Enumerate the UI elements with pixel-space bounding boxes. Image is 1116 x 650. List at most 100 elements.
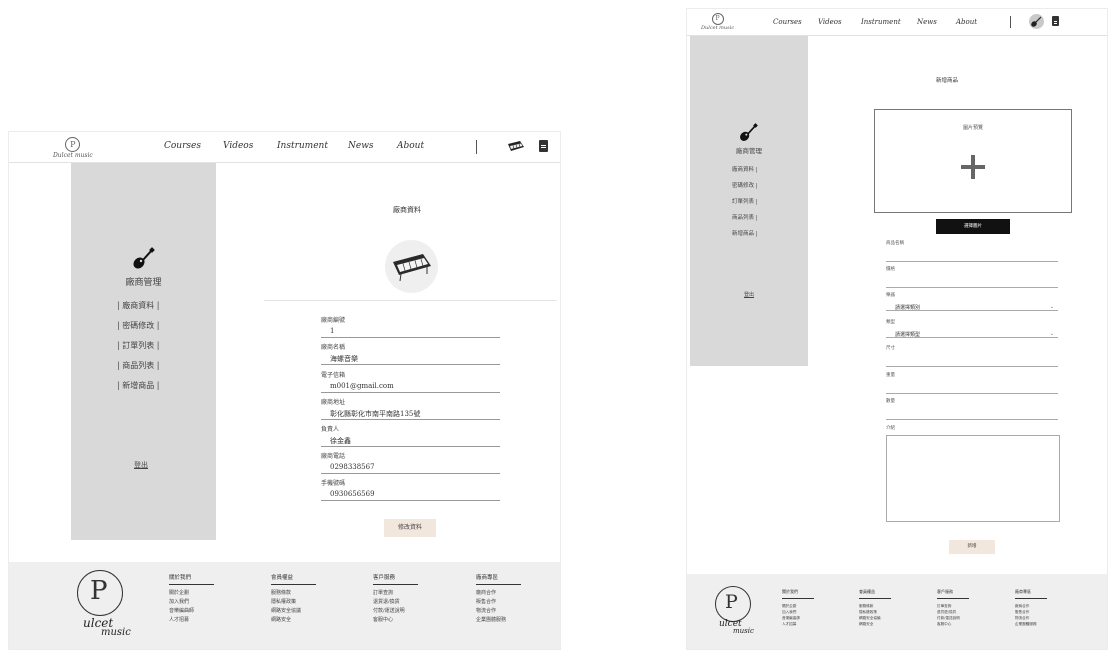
field-address: 廠商地址 彰化縣彰化市南平南路135號 (321, 397, 500, 420)
footer-col-vendor: 廠商專區 廠商合作 販售合作 物流合作 企業團體服務 (476, 573, 521, 625)
footer-col-title: 客戶服務 (937, 589, 953, 594)
field-label: 廠商編號 (321, 317, 346, 324)
sidebar: 廠商管理 廠商資料 | 密碼修改 | 訂單列表 | 商品列表 | 新增商品 | … (690, 36, 808, 366)
nav-videos[interactable]: Videos (818, 18, 842, 26)
field-size: 尺寸 (886, 345, 1058, 367)
nav-about[interactable]: About (397, 141, 424, 151)
footer-link[interactable]: 廠商合作 (476, 589, 521, 598)
sidebar-item-add-product[interactable]: | 新增商品 | (117, 380, 159, 391)
footer-link[interactable]: 客服中心 (937, 621, 969, 627)
logout-link[interactable]: 登出 (744, 291, 754, 298)
footer-link[interactable]: 退貨退/換貨 (373, 598, 418, 607)
add-product-screen: P Dulcet music Courses Videos Instrument… (686, 8, 1108, 650)
submit-product-button[interactable]: 新增 (949, 540, 995, 554)
footer-col-about: 關於我們 關於企劃 加入我們 音樂編曲師 人才招募 (782, 589, 814, 627)
top-nav: P Dulcet music Courses Videos Instrument… (9, 132, 560, 163)
field-underline (321, 392, 500, 393)
footer-link[interactable]: 網路安全 (271, 616, 316, 625)
field-underline (886, 393, 1058, 394)
footer-link[interactable]: 物流合作 (476, 607, 521, 616)
product-name-input[interactable] (886, 247, 1058, 261)
field-underline (321, 419, 500, 420)
sidebar-item-orders[interactable]: | 訂單列表 | (117, 340, 159, 351)
brand-logo[interactable]: P Dulcet music (701, 13, 734, 31)
field-value[interactable]: 0298338567 (321, 463, 500, 472)
field-value[interactable]: 0930656569 (321, 490, 500, 499)
sidebar-item-products[interactable]: 商品列表 | (732, 213, 758, 221)
field-email: 電子信箱 m001@gmail.com (321, 370, 500, 393)
quantity-input[interactable] (886, 405, 1058, 419)
footer-link[interactable]: 網路安全 (859, 621, 891, 627)
nav-courses[interactable]: Courses (773, 18, 802, 26)
footer-col-title: 會員權益 (859, 589, 875, 594)
field-mobile: 手機號碼 0930656569 (321, 478, 500, 501)
footer-link[interactable]: 人才招募 (169, 616, 214, 625)
sidebar-item-add-product[interactable]: 新增商品 | (732, 229, 758, 237)
sidebar-item-change-password[interactable]: 密碼修改 | (732, 181, 758, 189)
type-select[interactable]: 請選擇類型 ⌄ (886, 331, 1058, 338)
footer-link[interactable]: 網路安全協議 (271, 607, 316, 616)
field-underline (321, 337, 500, 338)
field-type-select: 類型 請選擇類型 ⌄ (886, 319, 1058, 338)
footer-link[interactable]: 人才招募 (782, 621, 814, 627)
footer-col-title: 會員權益 (271, 575, 294, 581)
footer-col-bar (373, 584, 418, 585)
footer-col-bar (271, 584, 316, 585)
nav-about[interactable]: About (956, 18, 977, 26)
sidebar-item-vendor-info[interactable]: 廠商資料 | (732, 165, 758, 173)
field-value[interactable]: 彰化縣彰化市南平南路135號 (321, 409, 500, 418)
footer-link[interactable]: 關於企劃 (169, 589, 214, 598)
nav-news[interactable]: News (917, 18, 937, 26)
sidebar-item-change-password[interactable]: | 密碼修改 | (117, 320, 159, 331)
field-phone: 廠商電話 0298338567 (321, 451, 500, 474)
image-preview-box[interactable]: 圖片預覽 (874, 109, 1072, 213)
choose-image-button[interactable]: 選擇圖片 (936, 219, 1010, 234)
footer-link[interactable]: 付款/運送說明 (373, 607, 418, 616)
instrument-select[interactable]: 請選擇類別 ⌄ (886, 304, 1058, 311)
nav-instrument[interactable]: Instrument (277, 141, 328, 151)
footer-col-about: 關於我們 關於企劃 加入我們 音樂編曲師 人才招募 (169, 573, 214, 625)
avatar-piano-icon[interactable] (506, 138, 526, 156)
page-title: 廠商資料 (393, 206, 421, 214)
nav-videos[interactable]: Videos (223, 141, 253, 151)
footer-link[interactable]: 販售合作 (476, 598, 521, 607)
sidebar-item-products[interactable]: | 商品列表 | (117, 360, 159, 371)
footer-link[interactable]: 隱私權政策 (271, 598, 316, 607)
footer-link[interactable]: 客服中心 (373, 616, 418, 625)
size-input[interactable] (886, 352, 1058, 366)
sidebar-item-orders[interactable]: 訂單列表 | (732, 197, 758, 205)
field-label: 負責人 (321, 426, 340, 433)
price-input[interactable] (886, 273, 1058, 287)
field-value[interactable]: 徐金鑫 (321, 436, 500, 445)
field-value[interactable]: 海螺音樂 (321, 354, 500, 363)
footer-link[interactable]: 加入我們 (169, 598, 214, 607)
edit-profile-button[interactable]: 修改資料 (384, 519, 436, 537)
brand-name: Dulcet music (53, 152, 93, 159)
field-value[interactable]: m001@gmail.com (321, 382, 500, 391)
nav-courses[interactable]: Courses (164, 141, 201, 151)
brand-logo[interactable]: P Dulcet music (53, 137, 93, 159)
description-textarea[interactable] (886, 435, 1060, 522)
footer-col-bar (937, 598, 969, 599)
footer-link[interactable]: 音樂編曲師 (169, 607, 214, 616)
nav-instrument[interactable]: Instrument (861, 18, 901, 26)
cart-file-icon[interactable] (539, 140, 548, 152)
footer-link[interactable]: 企業團體服務 (476, 616, 521, 625)
cart-file-icon[interactable] (1052, 16, 1059, 26)
avatar[interactable] (1029, 14, 1044, 29)
footer-col-bar (1015, 598, 1047, 599)
footer-col-bar (782, 598, 814, 599)
field-underline (321, 364, 500, 365)
weight-input[interactable] (886, 379, 1058, 393)
vendor-avatar[interactable] (385, 240, 438, 293)
logout-link[interactable]: 登出 (134, 460, 148, 470)
nav-news[interactable]: News (348, 141, 374, 151)
sidebar-item-vendor-info[interactable]: | 廠商資料 | (117, 300, 159, 311)
field-underline (886, 419, 1058, 420)
footer-link[interactable]: 企業團體服務 (1015, 621, 1047, 627)
footer-link[interactable]: 服務條款 (271, 589, 316, 598)
footer-link[interactable]: 訂單查詢 (373, 589, 418, 598)
field-value[interactable]: 1 (321, 327, 500, 336)
footer-col-title: 廠商專區 (476, 575, 499, 581)
field-label: 電子信箱 (321, 372, 346, 379)
